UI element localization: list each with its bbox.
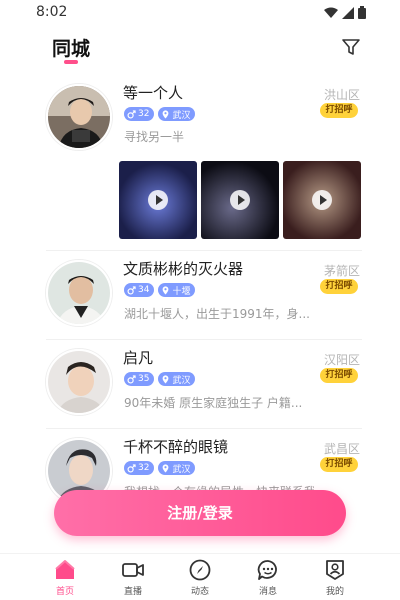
user-tags: 32 武汉 — [124, 107, 196, 121]
male-icon — [127, 109, 136, 119]
greet-button[interactable]: 打招呼 — [320, 279, 358, 294]
battery-icon — [358, 6, 366, 19]
active-tab-indicator — [64, 60, 78, 64]
male-icon — [127, 285, 136, 295]
location-pin-icon — [163, 109, 169, 119]
filter-icon[interactable] — [340, 36, 362, 58]
user-bio: 寻找另一半 — [124, 130, 185, 144]
greet-button[interactable]: 打招呼 — [320, 457, 358, 472]
user-bio: 湖北十堰人，出生于1991年，身... — [124, 307, 310, 321]
play-icon — [312, 190, 332, 210]
tab-label: 消息 — [258, 587, 277, 597]
tab-moments[interactable]: 动态 — [175, 558, 225, 597]
status-bar: 8:02 — [0, 0, 400, 26]
city-tag: 武汉 — [158, 107, 196, 121]
divider — [46, 339, 362, 340]
tab-messages[interactable]: 消息 — [243, 558, 293, 597]
male-icon — [127, 374, 136, 384]
district-label: 茅箭区 — [323, 264, 360, 278]
status-icons — [324, 6, 366, 19]
user-tags: 34 十堰 — [124, 283, 196, 297]
city-tag: 武汉 — [158, 372, 196, 386]
user-name[interactable]: 千杯不醉的眼镜 — [123, 436, 228, 457]
signal-icon — [342, 6, 354, 19]
home-icon — [55, 560, 75, 579]
page-title: 同城 — [52, 38, 91, 60]
tab-label: 直播 — [123, 587, 142, 597]
tab-live[interactable]: 直播 — [108, 558, 158, 597]
greet-button[interactable]: 打招呼 — [320, 103, 358, 118]
user-bio: 90年未婚 原生家庭独生子 户籍... — [124, 396, 303, 410]
location-pin-icon — [163, 285, 169, 295]
district-label: 汉阳区 — [323, 353, 360, 367]
chat-bubble-icon — [257, 560, 277, 580]
status-time: 8:02 — [36, 4, 68, 20]
tab-home[interactable]: 首页 — [40, 558, 90, 597]
user-tags: 32 武汉 — [124, 461, 196, 475]
header: 同城 — [0, 26, 400, 70]
avatar[interactable] — [46, 260, 112, 326]
city-tag: 十堰 — [158, 283, 196, 297]
male-icon — [127, 463, 136, 473]
location-pin-icon — [163, 374, 169, 384]
avatar[interactable] — [46, 349, 112, 415]
video-thumbnail[interactable] — [119, 161, 197, 239]
wifi-icon — [324, 7, 338, 18]
tab-label: 首页 — [55, 587, 74, 597]
district-label: 洪山区 — [323, 88, 360, 102]
user-name[interactable]: 启凡 — [123, 347, 153, 368]
age-tag: 32 — [124, 107, 155, 121]
user-name[interactable]: 文质彬彬的灭火器 — [123, 258, 243, 279]
tab-profile[interactable]: 我的 — [310, 558, 360, 597]
tab-label: 动态 — [190, 587, 209, 597]
city-tag: 武汉 — [158, 461, 196, 475]
video-strip — [119, 161, 361, 239]
location-pin-icon — [163, 463, 169, 473]
age-tag: 34 — [124, 283, 155, 297]
age-tag: 35 — [124, 372, 155, 386]
avatar[interactable] — [46, 84, 112, 150]
register-login-button[interactable]: 注册/登录 — [54, 490, 346, 536]
greet-button[interactable]: 打招呼 — [320, 368, 358, 383]
bottom-tab-bar: 首页 直播 动态 消息 我的 — [0, 553, 400, 600]
tab-label: 我的 — [325, 587, 344, 597]
user-tags: 35 武汉 — [124, 372, 196, 386]
compass-icon — [189, 559, 211, 581]
user-name[interactable]: 等一个人 — [123, 82, 183, 103]
play-icon — [148, 190, 168, 210]
profile-icon — [326, 560, 344, 580]
play-icon — [230, 190, 250, 210]
divider — [46, 250, 362, 251]
video-thumbnail[interactable] — [283, 161, 361, 239]
video-thumbnail[interactable] — [201, 161, 279, 239]
video-camera-icon — [122, 563, 144, 577]
district-label: 武昌区 — [323, 442, 360, 456]
age-tag: 32 — [124, 461, 155, 475]
divider — [46, 428, 362, 429]
